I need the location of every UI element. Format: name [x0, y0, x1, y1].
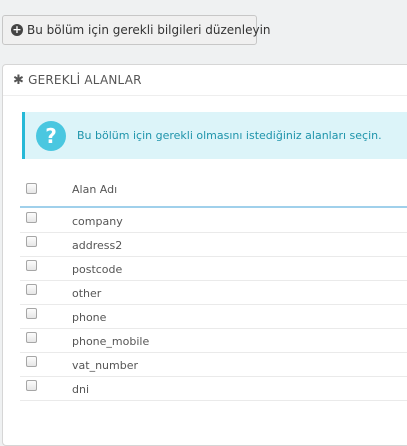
table-row: phone_mobile — [20, 329, 407, 353]
question-circle-icon: ? — [36, 120, 66, 151]
alert-text: Bu bölüm için gerekli olmasını istediğin… — [77, 129, 382, 142]
field-checkbox[interactable] — [26, 260, 37, 271]
edit-required-fields-label: Bu bölüm için gerekli bilgileri düzenley… — [27, 23, 271, 37]
fields-table: company address2 postcode other phone phone_m… — [20, 209, 407, 401]
field-name: postcode — [72, 263, 123, 276]
table-row: other — [20, 281, 407, 305]
field-checkbox[interactable] — [26, 356, 37, 367]
column-header-field-name: Alan Adı — [72, 183, 118, 196]
edit-required-fields-button[interactable]: + Bu bölüm için gerekli bilgileri düzenl… — [2, 15, 271, 45]
field-name: other — [72, 287, 102, 300]
asterisk-icon: ✱ — [13, 72, 25, 88]
table-row: address2 — [20, 233, 407, 257]
field-name: dni — [72, 383, 90, 396]
table-row: vat_number — [20, 353, 407, 377]
table-row: dni — [20, 377, 407, 401]
field-name: address2 — [72, 239, 123, 252]
plus-circle-icon: + — [11, 23, 23, 36]
field-checkbox[interactable] — [26, 212, 37, 223]
field-checkbox[interactable] — [26, 284, 37, 295]
field-checkbox[interactable] — [26, 308, 37, 319]
field-name: company — [72, 215, 123, 228]
field-name: vat_number — [72, 359, 138, 372]
table-row: company — [20, 209, 407, 233]
field-checkbox[interactable] — [26, 380, 37, 391]
select-all-checkbox[interactable] — [26, 183, 37, 194]
table-header: Alan Adı — [20, 173, 407, 208]
field-checkbox[interactable] — [26, 332, 37, 343]
table-row: postcode — [20, 257, 407, 281]
field-name: phone_mobile — [72, 335, 150, 348]
info-alert: ? Bu bölüm için gerekli olmasını istediğ… — [22, 112, 407, 159]
field-checkbox[interactable] — [26, 236, 37, 247]
table-row: phone — [20, 305, 407, 329]
field-name: phone — [72, 311, 107, 324]
panel-heading: ✱ GEREKLİ ALANLAR — [3, 65, 407, 96]
panel-title: GEREKLİ ALANLAR — [28, 73, 142, 87]
